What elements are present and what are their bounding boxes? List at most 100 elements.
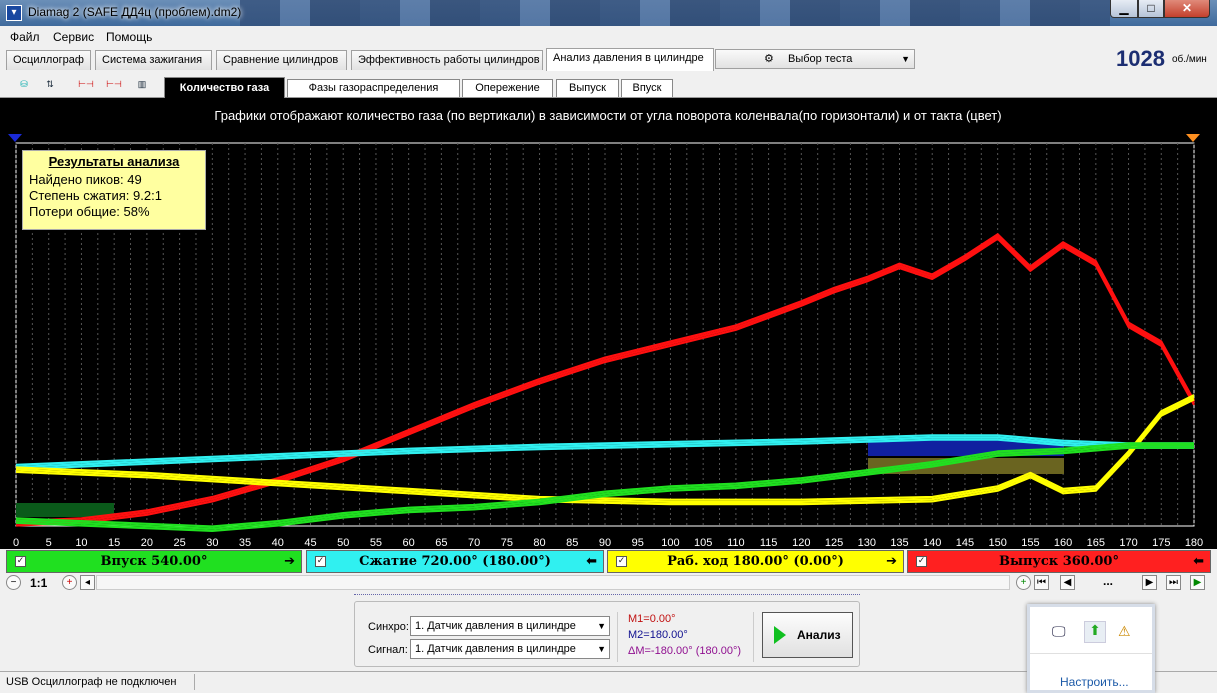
tab-intake[interactable]: Впуск <box>621 79 673 97</box>
minimize-button[interactable]: ▁ <box>1110 0 1138 18</box>
cylinder-icon[interactable]: ⛁ <box>14 74 34 94</box>
marker-m1: M1=0.00° <box>628 613 676 625</box>
tab-oscilloscope[interactable]: Осциллограф <box>6 50 91 70</box>
phase-power-checkbox[interactable]: ✓ <box>616 556 627 567</box>
x-tick-label: 25 <box>173 537 185 549</box>
configure-link[interactable]: Настроить... <box>1060 675 1129 689</box>
arrow-right-icon[interactable]: ➔ <box>284 551 295 572</box>
arrow-left-icon[interactable]: ⬅ <box>1193 551 1204 572</box>
x-tick-label: 110 <box>727 537 745 549</box>
next-icon[interactable]: ▶ <box>1142 575 1157 590</box>
x-tick-label: 0 <box>13 537 19 549</box>
panel-splitter[interactable] <box>354 594 860 598</box>
phase-compression[interactable]: ✓ Сжатие 720.00° (180.00°) ⬅ <box>306 550 604 573</box>
phase-exhaust-label: Выпуск 360.00° <box>999 554 1119 569</box>
tab-advance[interactable]: Опережение <box>462 79 553 97</box>
x-tick-label: 160 <box>1054 537 1072 549</box>
x-tick-label: 50 <box>337 537 349 549</box>
scroll-left-icon[interactable]: ◂ <box>80 575 95 590</box>
marker-m2-triangle <box>1186 134 1200 142</box>
chart-icon[interactable]: ▥ <box>132 74 152 94</box>
prev-icon[interactable]: ◀ <box>1060 575 1075 590</box>
zoom-out-icon[interactable]: − <box>6 575 21 590</box>
results-compression: Степень сжатия: 9.2:1 <box>29 188 162 203</box>
zoom-in-icon[interactable]: + <box>62 575 77 590</box>
x-tick-label: 100 <box>661 537 679 549</box>
tab-cylinder-compare[interactable]: Сравнение цилиндров <box>216 50 347 70</box>
last-icon[interactable]: ⏭ <box>1166 575 1181 590</box>
warning-icon[interactable]: ⚠ <box>1118 623 1131 640</box>
x-tick-label: 125 <box>825 537 843 549</box>
marker-delta: ΔM=-180.00° (180.00°) <box>628 645 742 657</box>
results-peaks: Найдено пиков: 49 <box>29 172 142 187</box>
cylinder-order-icon[interactable]: ⇅ <box>40 74 60 94</box>
sync-select[interactable]: 1. Датчик давления в цилиндре ▼ <box>410 616 610 636</box>
title-bar-background <box>240 0 1110 26</box>
phase-intake[interactable]: ✓ Впуск 540.00° ➔ <box>6 550 302 573</box>
zoom-scroll-row: − 1:1 + ◂ + ⏮ ◀ ... ▶ ⏭ ▶ <box>0 574 1217 592</box>
chart-title: Графики отображают количество газа (по в… <box>214 108 1001 123</box>
auto-icon[interactable]: ⊢⊣ <box>104 74 124 94</box>
x-tick-label: 150 <box>988 537 1006 549</box>
x-tick-label: 85 <box>566 537 578 549</box>
test-select-dropdown[interactable]: ⚙ Выбор теста ▼ <box>715 49 915 69</box>
arrow-right-icon[interactable]: ➔ <box>886 551 897 572</box>
x-tick-label: 20 <box>141 537 153 549</box>
status-divider <box>194 674 195 690</box>
x-tick-label: 115 <box>760 537 778 549</box>
menu-file[interactable]: Файл <box>10 30 40 44</box>
menu-help[interactable]: Помощь <box>106 30 152 44</box>
x-tick-label: 130 <box>858 537 876 549</box>
phase-exhaust[interactable]: ✓ Выпуск 360.00° ⬅ <box>907 550 1211 573</box>
close-button[interactable]: ✕ <box>1164 0 1210 18</box>
x-tick-label: 95 <box>632 537 644 549</box>
marker-m2: M2=180.00° <box>628 629 688 641</box>
x-tick-label: 75 <box>501 537 513 549</box>
tab-exhaust[interactable]: Выпуск <box>556 79 619 97</box>
signal-select[interactable]: 1. Датчик давления в цилиндре ▼ <box>410 639 610 659</box>
x-tick-label: 70 <box>468 537 480 549</box>
arrow-left-icon[interactable]: ⬅ <box>586 551 597 572</box>
horizontal-scrollbar[interactable] <box>96 575 1010 590</box>
update-icon[interactable]: ⬆ <box>1084 621 1106 643</box>
rpm-unit: об./мин <box>1172 54 1207 65</box>
tab-gas-quantity[interactable]: Количество газа <box>164 77 285 98</box>
phase-intake-checkbox[interactable]: ✓ <box>15 556 26 567</box>
chart-area[interactable]: Графики отображают количество газа (по в… <box>0 98 1217 549</box>
phase-exhaust-checkbox[interactable]: ✓ <box>916 556 927 567</box>
first-icon[interactable]: ⏮ <box>1034 575 1049 590</box>
zoom-level: 1:1 <box>30 576 48 590</box>
marker-m1-triangle <box>8 134 22 142</box>
x-tick-label: 175 <box>1152 537 1170 549</box>
results-panel: Результаты анализа Найдено пиков: 49 Сте… <box>22 150 206 230</box>
position-indicator: ... <box>1102 574 1113 588</box>
rpm-value: 1028 <box>1116 46 1165 71</box>
main-tabs: Осциллограф Система зажигания Сравнение … <box>0 47 1217 71</box>
tab-ignition[interactable]: Система зажигания <box>95 50 212 70</box>
x-tick-label: 90 <box>599 537 611 549</box>
x-tick-label: 135 <box>890 537 908 549</box>
phase-power[interactable]: ✓ Раб. ход 180.00° (0.00°) ➔ <box>607 550 904 573</box>
app-icon: ▾ <box>6 5 22 21</box>
cylinder-range-icon[interactable]: ⊢⊣ <box>76 74 96 94</box>
phase-compression-checkbox[interactable]: ✓ <box>315 556 326 567</box>
menu-service[interactable]: Сервис <box>53 30 94 44</box>
monitor-icon[interactable]: 🖵 <box>1052 623 1070 639</box>
tab-valve-timing[interactable]: Фазы газораспределения <box>287 79 460 97</box>
x-tick-label: 45 <box>304 537 316 549</box>
x-tick-label: 145 <box>956 537 974 549</box>
phase-intake-label: Впуск 540.00° <box>100 554 208 569</box>
tab-pressure-analysis[interactable]: Анализ давления в цилиндре <box>546 48 714 71</box>
phase-compression-label: Сжатие 720.00° (180.00°) <box>359 554 551 569</box>
title-bar: ▾ Diamag 2 (SAFE ДД4ц (проблем).dm2) ▁ □… <box>0 0 1217 26</box>
add-marker-icon[interactable]: + <box>1016 575 1031 590</box>
x-tick-label: 65 <box>435 537 447 549</box>
toolbar: ⛁ ⇅ ⊢⊣ ⊢⊣ ▥ Количество газа Фазы газорас… <box>0 71 1217 98</box>
maximize-button[interactable]: □ <box>1138 0 1164 18</box>
tab-cylinder-efficiency[interactable]: Эффективность работы цилиндров <box>351 50 543 70</box>
play-icon[interactable]: ▶ <box>1190 575 1205 590</box>
menu-bar: Файл Сервис Помощь <box>0 26 1217 47</box>
x-tick-label: 105 <box>694 537 712 549</box>
x-tick-label: 80 <box>533 537 545 549</box>
gear-icon: ⚙ <box>764 53 774 65</box>
